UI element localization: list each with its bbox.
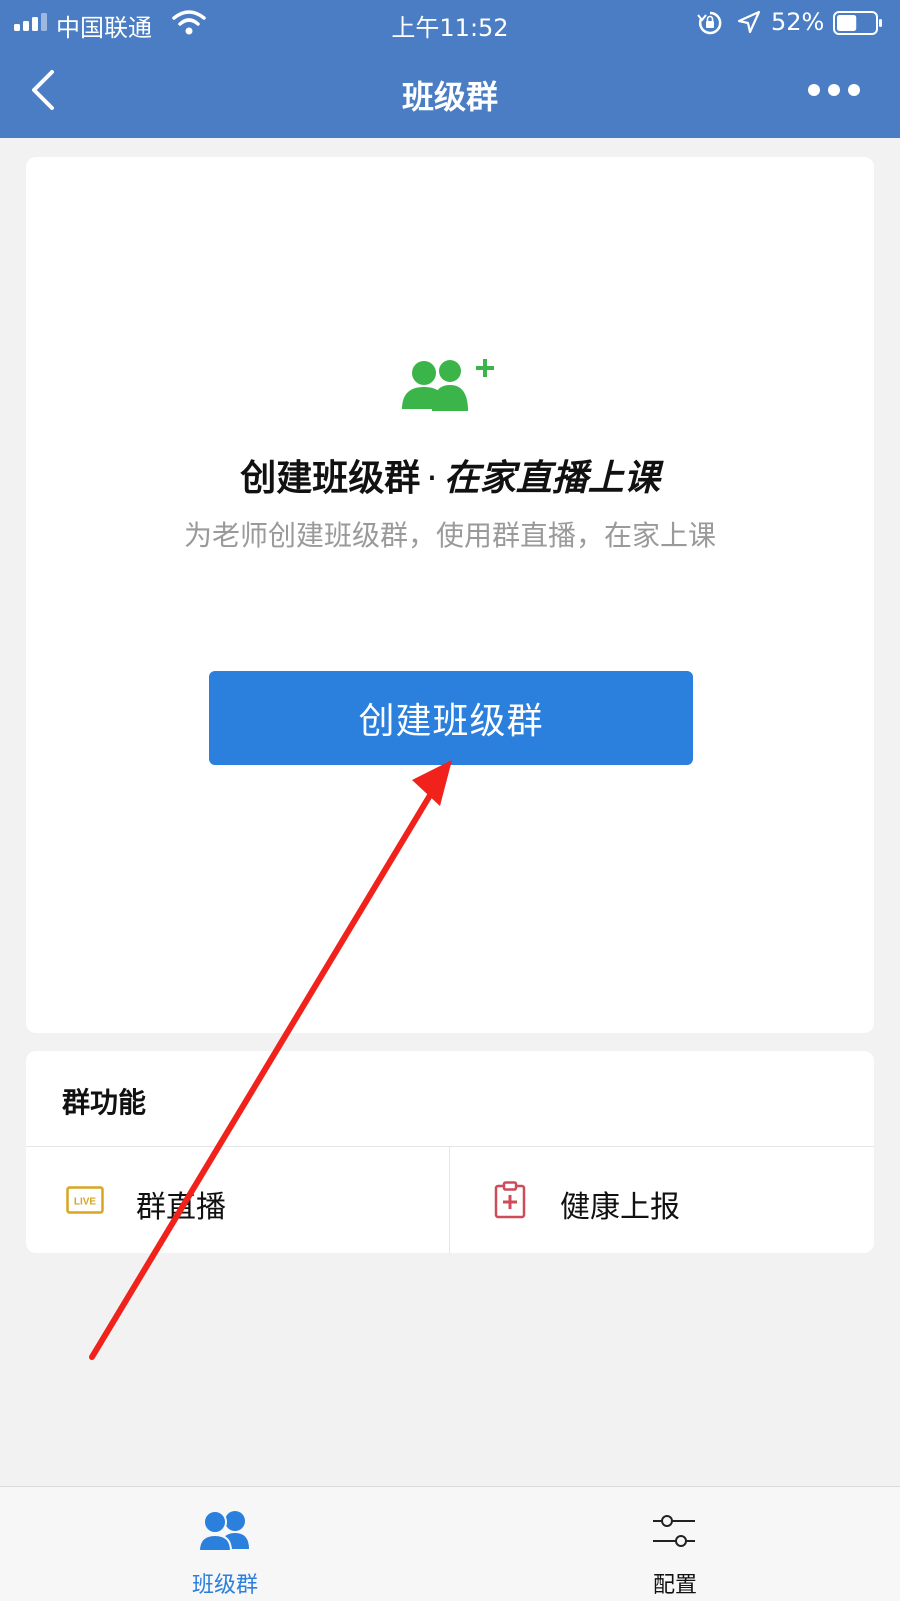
card-headline: 创建班级群 · 在家直播上课 — [26, 449, 874, 501]
feature-live-stream[interactable]: LIVE 群直播 — [26, 1147, 449, 1253]
tab-config[interactable]: 配置 — [575, 1487, 775, 1601]
top-bar: 中国联通 上午11:52 52% 班级群 — [0, 0, 900, 138]
svg-text:LIVE: LIVE — [74, 1197, 97, 1208]
tab-label: 班级群 — [191, 1573, 258, 1598]
add-group-icon — [402, 359, 494, 411]
feature-label: 健康上报 — [560, 1190, 680, 1225]
battery-icon — [833, 11, 882, 35]
page-title: 班级群 — [401, 78, 498, 116]
more-dots-icon[interactable] — [806, 82, 862, 98]
nav-bar: 班级群 — [0, 46, 900, 138]
feature-health-report[interactable]: 健康上报 — [450, 1147, 873, 1253]
health-report-icon — [494, 1181, 526, 1219]
card-subtitle: 为老师创建班级群，使用群直播，在家上课 — [183, 519, 716, 552]
headline-main: 创建班级群 — [240, 458, 421, 499]
config-tab-icon — [653, 1515, 695, 1547]
headline-emphasis: 在家直播上课 — [443, 458, 660, 499]
location-icon — [737, 10, 761, 34]
feature-label: 群直播 — [136, 1190, 226, 1225]
tab-label: 配置 — [652, 1573, 697, 1598]
rotation-lock-icon — [697, 11, 722, 35]
tab-class-group[interactable]: 班级群 — [125, 1487, 325, 1601]
status-bar: 中国联通 上午11:52 52% — [0, 0, 900, 46]
create-class-group-button[interactable]: 创建班级群 — [209, 671, 693, 765]
headline-separator: · — [426, 458, 438, 499]
battery-percent: 52% — [771, 8, 825, 36]
live-icon: LIVE — [66, 1186, 104, 1214]
features-title: 群功能 — [62, 1086, 147, 1119]
bottom-tab-bar: 班级群 配置 — [0, 1486, 900, 1601]
create-group-card: 创建班级群 · 在家直播上课 为老师创建班级群，使用群直播，在家上课 创建班级群 — [26, 157, 874, 1033]
group-features-card: 群功能 LIVE 群直播 健康上报 — [26, 1051, 874, 1253]
group-tab-icon — [197, 1510, 249, 1552]
status-time: 上午11:52 — [391, 14, 509, 42]
